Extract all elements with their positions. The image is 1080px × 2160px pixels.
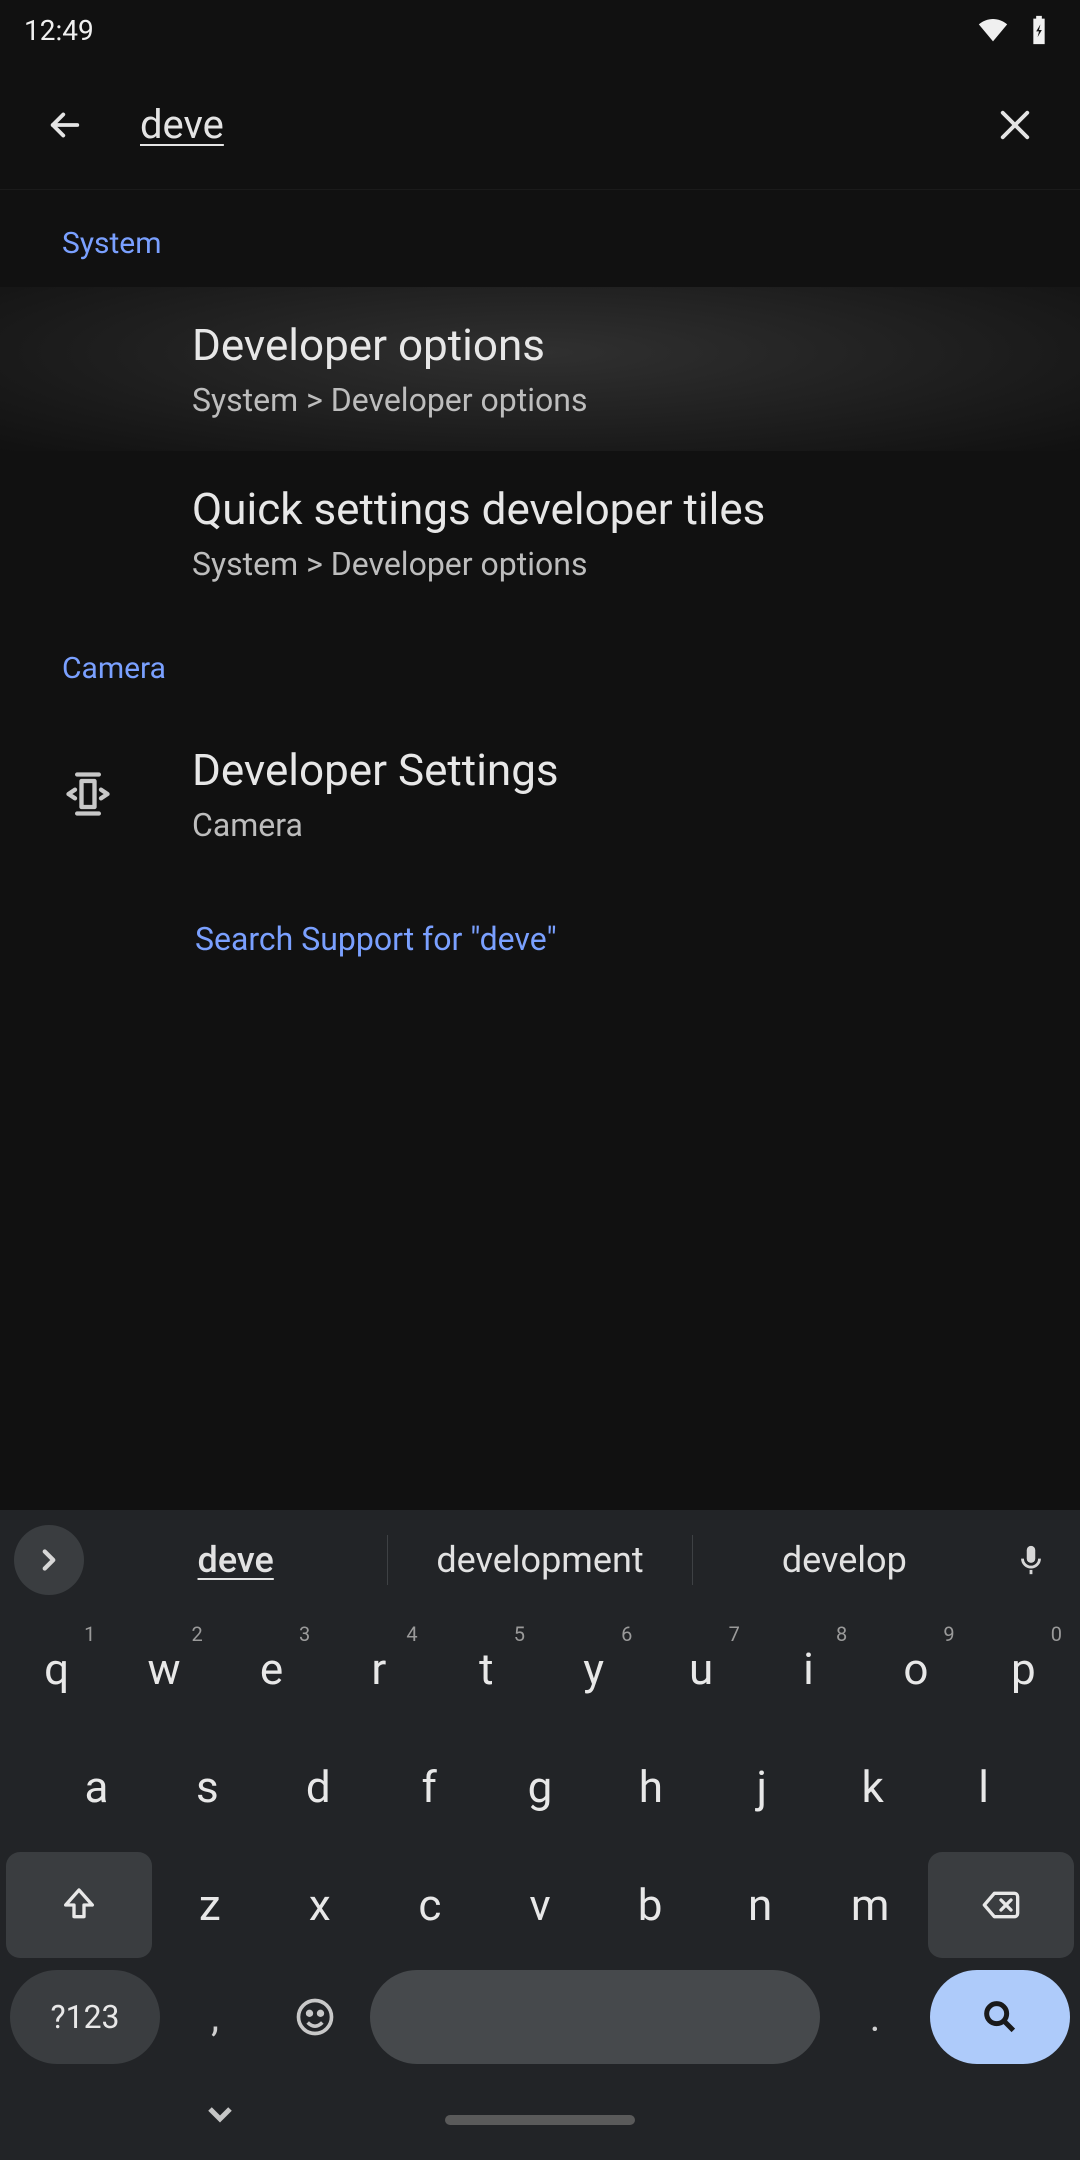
result-subtitle: System > Developer options bbox=[192, 381, 587, 419]
navigation-bar bbox=[0, 2080, 1080, 2160]
key-row-3: zxcvbnm bbox=[0, 1846, 1080, 1964]
key-u[interactable]: u7 bbox=[650, 1616, 751, 1722]
key-d[interactable]: d bbox=[266, 1734, 371, 1840]
developer-icon bbox=[62, 768, 114, 820]
result-subtitle: Camera bbox=[192, 806, 559, 844]
expand-suggestions-button[interactable] bbox=[14, 1525, 84, 1595]
search-support-link[interactable]: Search Support for "deve" bbox=[0, 876, 1080, 958]
status-icons bbox=[976, 13, 1056, 47]
suggestion-bar: deve development develop bbox=[0, 1510, 1080, 1610]
search-input[interactable] bbox=[140, 101, 980, 148]
key-o[interactable]: o9 bbox=[865, 1616, 966, 1722]
key-s[interactable]: s bbox=[155, 1734, 260, 1840]
search-result[interactable]: Quick settings developer tiles System > … bbox=[0, 451, 1080, 615]
result-title: Developer Settings bbox=[192, 744, 559, 796]
chevron-right-icon bbox=[32, 1543, 66, 1577]
section-header-camera: Camera bbox=[0, 615, 1080, 712]
shift-key[interactable] bbox=[6, 1852, 152, 1958]
wifi-icon bbox=[976, 13, 1010, 47]
period-key[interactable]: . bbox=[830, 1970, 920, 2064]
key-x[interactable]: x bbox=[268, 1852, 372, 1958]
battery-icon bbox=[1022, 13, 1056, 47]
key-e[interactable]: e3 bbox=[221, 1616, 322, 1722]
backspace-key[interactable] bbox=[928, 1852, 1074, 1958]
shift-icon bbox=[59, 1885, 99, 1925]
hide-keyboard-button[interactable] bbox=[200, 2094, 240, 2138]
emoji-key[interactable] bbox=[270, 1970, 360, 2064]
space-key[interactable] bbox=[370, 1970, 820, 2064]
voice-input-button[interactable] bbox=[996, 1525, 1066, 1595]
key-t[interactable]: t5 bbox=[436, 1616, 537, 1722]
key-w[interactable]: w2 bbox=[113, 1616, 214, 1722]
result-title: Developer options bbox=[192, 319, 587, 371]
key-c[interactable]: c bbox=[378, 1852, 482, 1958]
search-header bbox=[0, 60, 1080, 190]
backspace-icon bbox=[981, 1885, 1021, 1925]
key-y[interactable]: y6 bbox=[543, 1616, 644, 1722]
key-j[interactable]: j bbox=[709, 1734, 814, 1840]
suggestion[interactable]: development bbox=[388, 1539, 691, 1581]
emoji-icon bbox=[293, 1995, 337, 2039]
clear-search-button[interactable] bbox=[980, 90, 1050, 160]
search-result[interactable]: Developer Settings Camera bbox=[0, 712, 1080, 876]
key-f[interactable]: f bbox=[377, 1734, 482, 1840]
arrow-back-icon bbox=[44, 104, 86, 146]
key-q[interactable]: q1 bbox=[6, 1616, 107, 1722]
status-bar: 12:49 bbox=[0, 0, 1080, 60]
key-m[interactable]: m bbox=[818, 1852, 922, 1958]
key-row-1: q1w2e3r4t5y6u7i8o9p0 bbox=[0, 1610, 1080, 1728]
key-k[interactable]: k bbox=[820, 1734, 925, 1840]
suggestion[interactable]: deve bbox=[84, 1539, 387, 1581]
key-r[interactable]: r4 bbox=[328, 1616, 429, 1722]
symbols-key[interactable]: ?123 bbox=[10, 1970, 160, 2064]
search-icon bbox=[980, 1997, 1020, 2037]
key-p[interactable]: p0 bbox=[973, 1616, 1074, 1722]
chevron-down-icon bbox=[200, 2094, 240, 2134]
mic-icon bbox=[1014, 1543, 1048, 1577]
key-l[interactable]: l bbox=[931, 1734, 1036, 1840]
status-time: 12:49 bbox=[24, 14, 94, 47]
key-g[interactable]: g bbox=[488, 1734, 593, 1840]
key-a[interactable]: a bbox=[44, 1734, 149, 1840]
keyboard: deve development develop q1w2e3r4t5y6u7i… bbox=[0, 1510, 1080, 2160]
back-button[interactable] bbox=[30, 90, 100, 160]
key-row-2: asdfghjkl bbox=[0, 1728, 1080, 1846]
result-subtitle: System > Developer options bbox=[192, 545, 765, 583]
key-z[interactable]: z bbox=[158, 1852, 262, 1958]
comma-key[interactable]: , bbox=[170, 1970, 260, 2064]
close-icon bbox=[994, 104, 1036, 146]
search-enter-key[interactable] bbox=[930, 1970, 1070, 2064]
key-b[interactable]: b bbox=[598, 1852, 702, 1958]
result-title: Quick settings developer tiles bbox=[192, 483, 765, 535]
key-h[interactable]: h bbox=[598, 1734, 703, 1840]
section-header-system: System bbox=[0, 190, 1080, 287]
suggestion[interactable]: develop bbox=[693, 1539, 996, 1581]
key-i[interactable]: i8 bbox=[758, 1616, 859, 1722]
search-result[interactable]: Developer options System > Developer opt… bbox=[0, 287, 1080, 451]
key-n[interactable]: n bbox=[708, 1852, 812, 1958]
key-v[interactable]: v bbox=[488, 1852, 592, 1958]
home-gesture-pill[interactable] bbox=[445, 2115, 635, 2125]
key-row-bottom: ?123 , . bbox=[0, 1964, 1080, 2070]
